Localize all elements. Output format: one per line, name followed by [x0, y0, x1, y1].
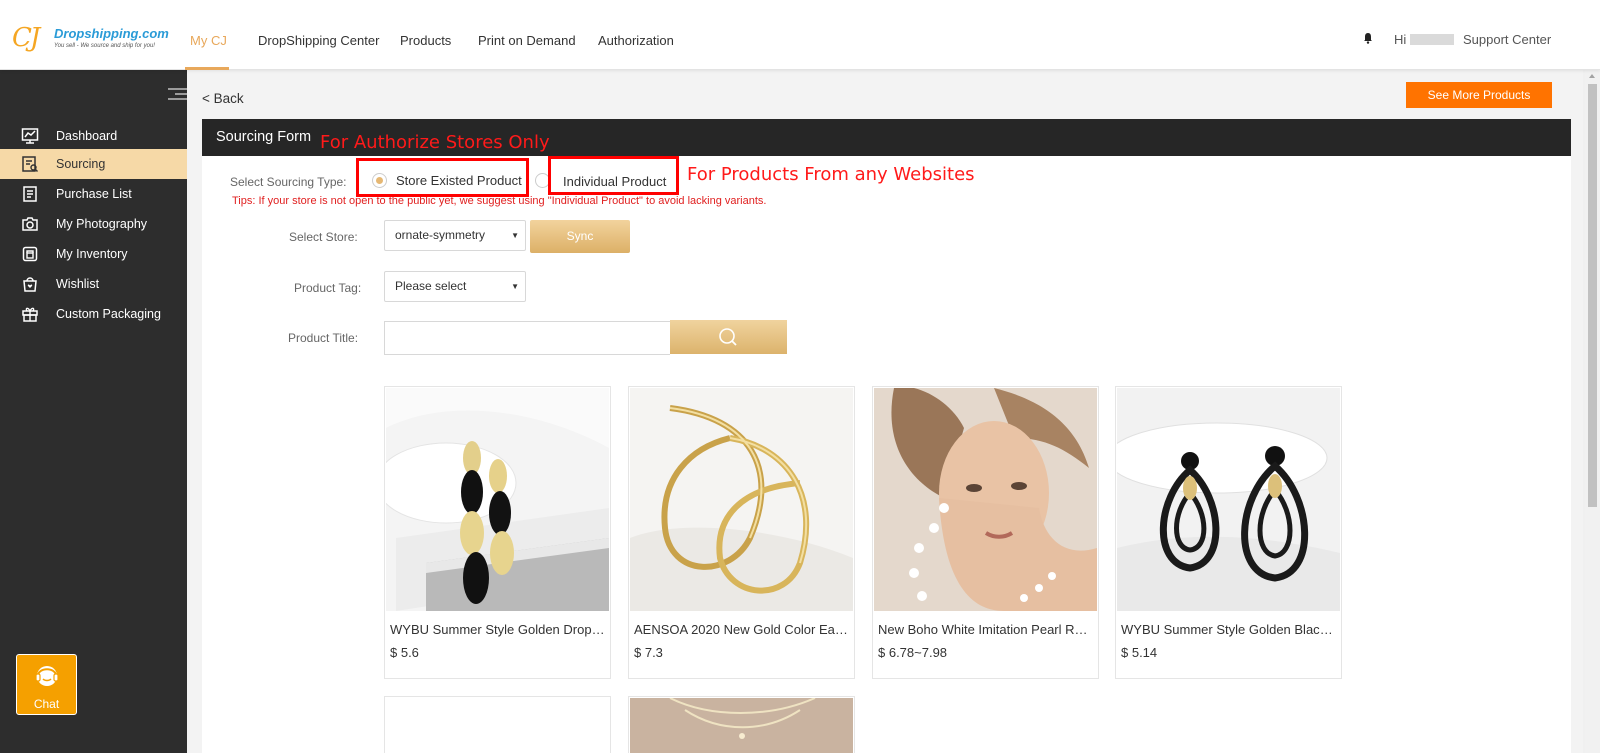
dropdown-arrow-icon: ▼ [511, 282, 519, 291]
sourcing-form-title: Sourcing Form [216, 129, 312, 145]
sync-button[interactable]: Sync [530, 220, 630, 253]
product-card[interactable]: WYBU Summer Style Golden Black Earrings … [1115, 386, 1342, 679]
store-select[interactable]: ornate-symmetry ▼ [384, 220, 526, 251]
sidebar-item-label: Dashboard [56, 129, 118, 143]
sidebar-item-sourcing[interactable]: Sourcing [0, 149, 187, 179]
inventory-icon [21, 245, 39, 263]
product-name[interactable]: New Boho White Imitation Pearl Round Hoo… [878, 622, 1093, 637]
product-image[interactable] [386, 388, 609, 611]
product-image[interactable] [874, 388, 1097, 611]
annotation-box-individual [548, 156, 679, 195]
sidebar: Dashboard Sourcing Purchase List My Phot… [0, 70, 187, 753]
sidebar-item-label: Purchase List [56, 187, 132, 201]
scroll-up-arrow-icon[interactable] [1589, 74, 1595, 78]
greeting: Hi [1394, 32, 1407, 47]
logo-mark: CJ [12, 23, 40, 53]
gift-icon [21, 305, 39, 323]
product-name[interactable]: WYBU Summer Style Golden Drop Earrings [390, 622, 605, 637]
wishlist-bag-icon [21, 275, 39, 293]
scrollbar-thumb[interactable] [1588, 84, 1597, 507]
see-more-products-button[interactable]: See More Products [1406, 82, 1552, 108]
product-image[interactable] [630, 698, 853, 753]
product-price: $ 7.3 [634, 645, 663, 660]
nav-print-on-demand[interactable]: Print on Demand [478, 33, 576, 48]
product-title-label: Product Title: [288, 331, 359, 345]
product-card[interactable]: WYBU Summer Style Golden Drop Earrings $… [384, 386, 611, 679]
annotation-any-website: For Products From any Websites [687, 164, 975, 185]
product-tag-select-value: Please select [395, 279, 467, 293]
sourcing-type-label: Select Sourcing Type: [230, 175, 347, 189]
nav-dropshipping-center[interactable]: DropShipping Center [258, 33, 379, 48]
product-image[interactable] [630, 388, 853, 611]
nav-products[interactable]: Products [400, 33, 451, 48]
store-select-value: ornate-symmetry [395, 228, 486, 242]
product-name[interactable]: WYBU Summer Style Golden Black Earrings [1121, 622, 1336, 637]
sidebar-item-label: My Photography [56, 217, 148, 231]
logo-tagline: You sell - We source and ship for you! [54, 43, 155, 49]
sourcing-form: Select Sourcing Type: Store Existed Prod… [202, 156, 1571, 753]
product-card[interactable]: AENSOA 2020 New Gold Color Earrings $ 7.… [628, 386, 855, 679]
product-price: $ 6.78~7.98 [878, 645, 948, 660]
sidebar-item-purchase-list[interactable]: Purchase List [0, 179, 187, 209]
sidebar-item-label: Sourcing [56, 157, 106, 171]
username-redacted [1410, 34, 1454, 45]
product-title-input[interactable] [384, 321, 670, 355]
chat-button[interactable]: Chat [16, 654, 77, 715]
logo-brand-name: Dropshipping.com [54, 26, 169, 41]
product-card[interactable] [384, 696, 611, 753]
sidebar-item-label: Custom Packaging [56, 307, 161, 321]
product-name[interactable]: AENSOA 2020 New Gold Color Earrings [634, 622, 849, 637]
sidebar-item-label: Wishlist [56, 277, 100, 291]
sidebar-item-my-photography[interactable]: My Photography [0, 209, 187, 239]
cj-logo[interactable]: CJ Dropshipping.com You sell - We source… [12, 23, 169, 54]
sidebar-item-dashboard[interactable]: Dashboard [0, 121, 187, 151]
product-price: $ 5.6 [390, 645, 419, 660]
sidebar-item-my-inventory[interactable]: My Inventory [0, 239, 187, 269]
search-icon [719, 328, 737, 346]
nav-authorization[interactable]: Authorization [598, 33, 674, 48]
sidebar-item-custom-packaging[interactable]: Custom Packaging [0, 299, 187, 329]
dashboard-icon [21, 127, 39, 145]
sourcing-icon [21, 155, 39, 173]
product-tag-select[interactable]: Please select ▼ [384, 271, 526, 302]
chat-label: Chat [33, 697, 60, 711]
sidebar-item-label: My Inventory [56, 247, 128, 261]
search-button[interactable] [670, 320, 787, 354]
scrollbar[interactable] [1585, 70, 1600, 753]
select-store-label: Select Store: [289, 230, 358, 244]
active-nav-underline [185, 67, 229, 70]
support-center-link[interactable]: Support Center [1463, 32, 1551, 47]
product-image[interactable] [386, 698, 609, 753]
sidebar-collapse-icon[interactable] [168, 86, 187, 102]
dropdown-arrow-icon: ▼ [511, 231, 519, 240]
product-tag-label: Product Tag: [294, 281, 362, 295]
annotation-box-store-existed [356, 158, 529, 197]
product-card[interactable] [628, 696, 855, 753]
sidebar-item-wishlist[interactable]: Wishlist [0, 269, 187, 299]
product-card[interactable]: New Boho White Imitation Pearl Round Hoo… [872, 386, 1099, 679]
top-navbar: CJ Dropshipping.com You sell - We source… [0, 0, 1600, 70]
camera-icon [21, 215, 39, 233]
bell-icon[interactable] [1362, 32, 1374, 44]
product-image[interactable] [1117, 388, 1340, 611]
product-price: $ 5.14 [1121, 645, 1158, 660]
back-link[interactable]: < Back [202, 91, 244, 106]
annotation-store-only: For Authorize Stores Only [320, 132, 550, 153]
list-icon [21, 185, 39, 203]
nav-my-cj[interactable]: My CJ [190, 33, 227, 48]
headset-icon [34, 666, 59, 686]
